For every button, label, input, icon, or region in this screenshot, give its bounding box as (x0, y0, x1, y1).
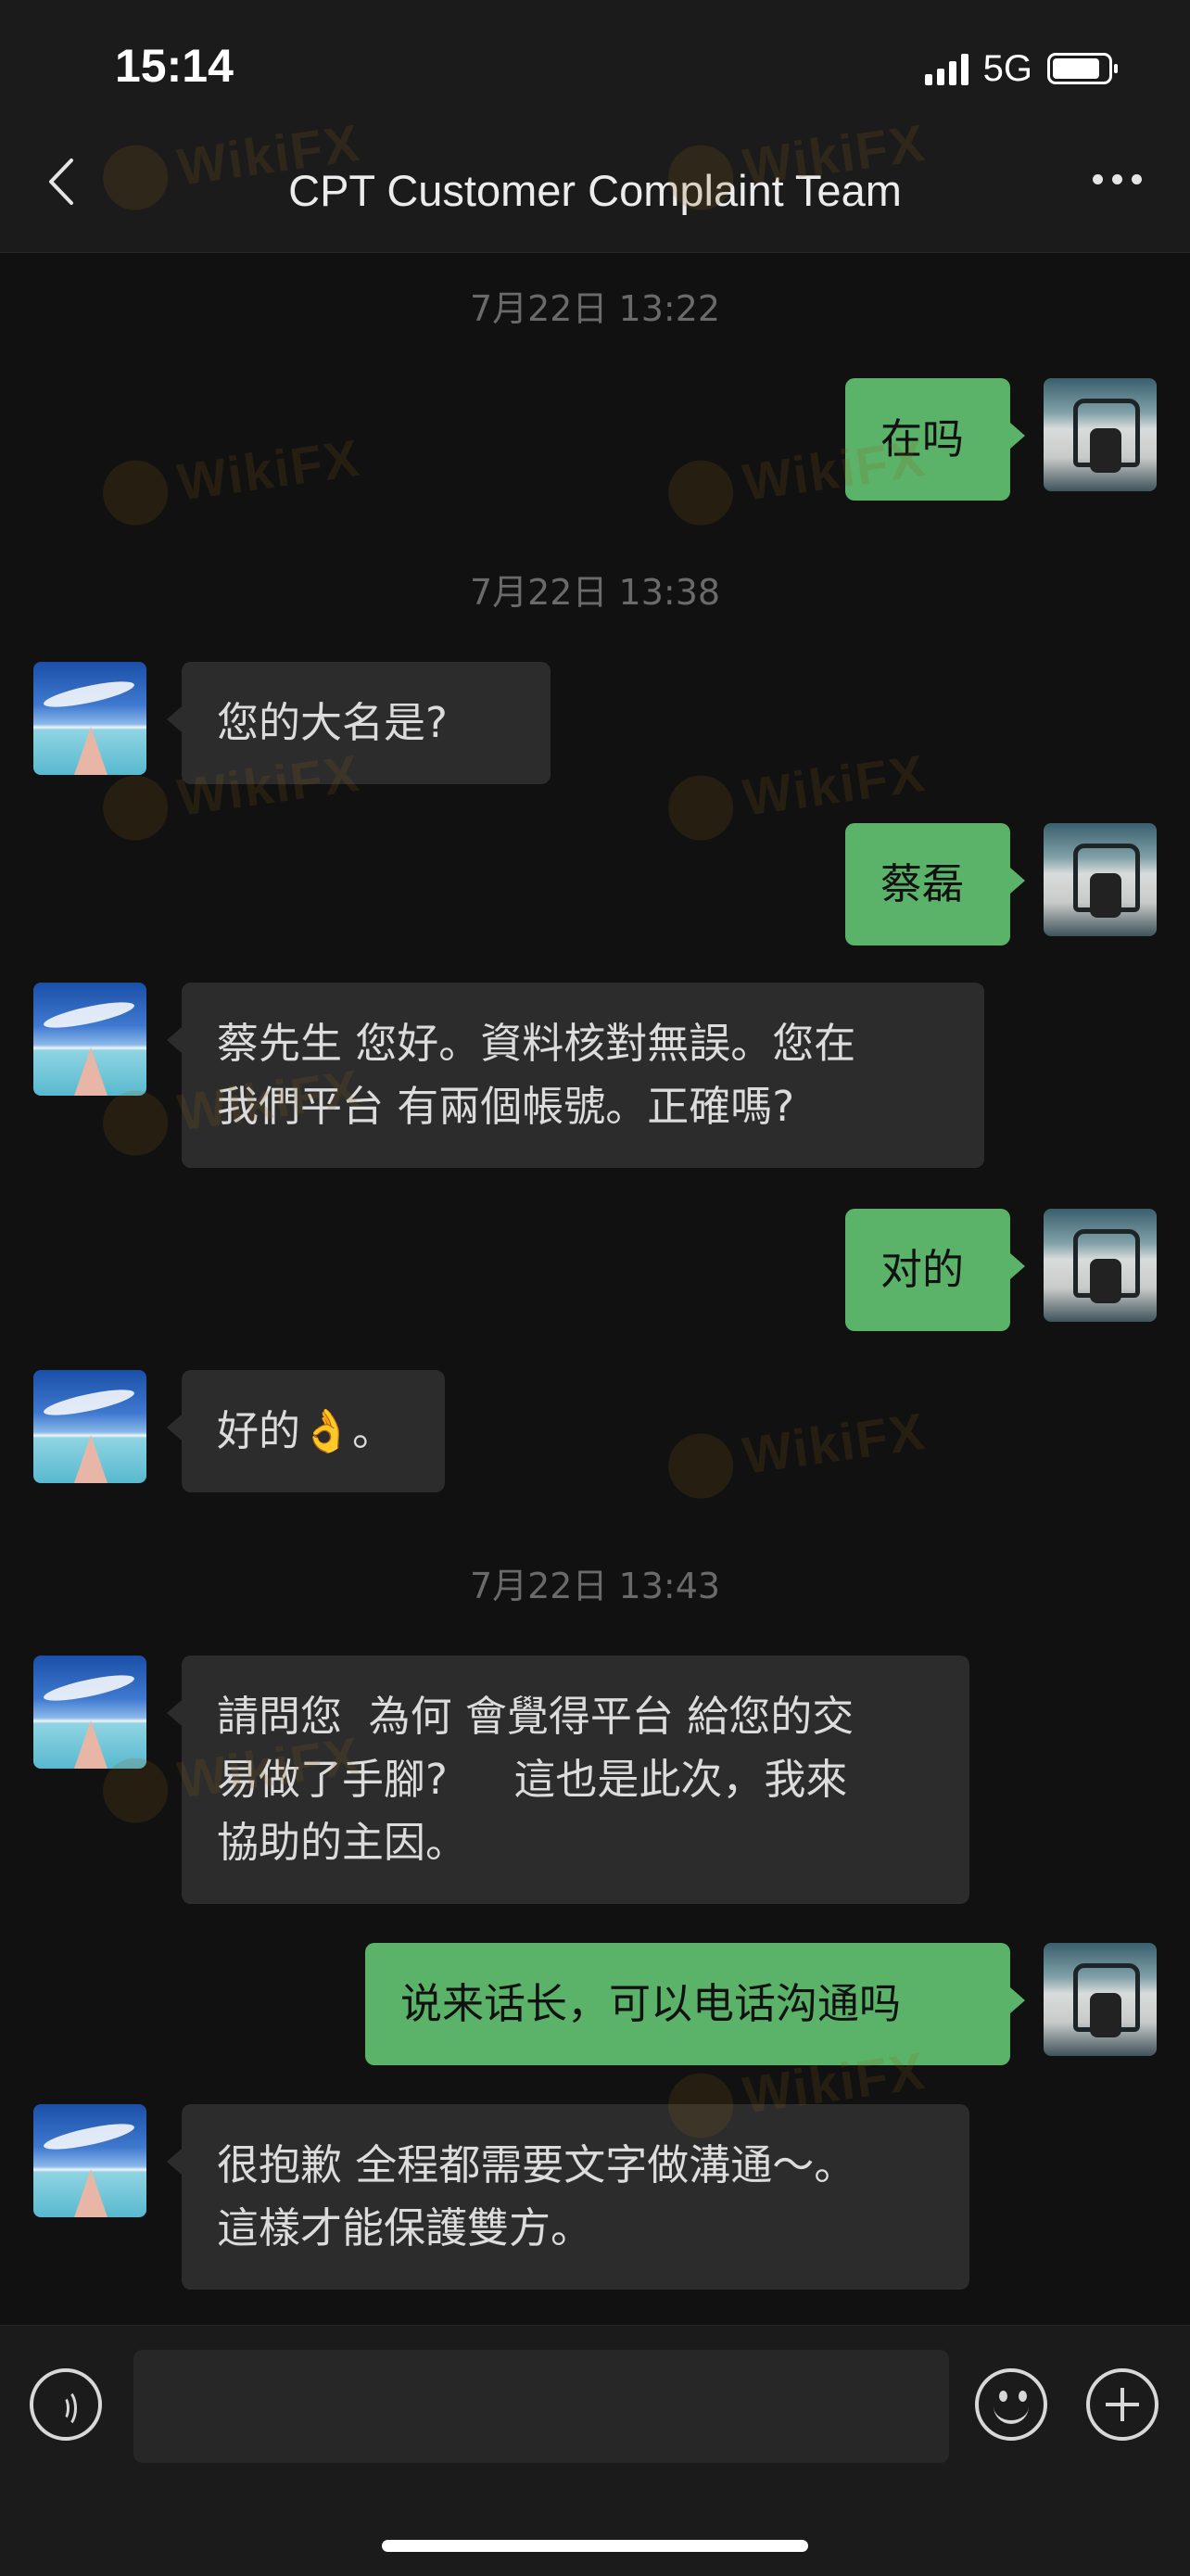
outgoing-message[interactable]: 说来话长，可以电话沟通吗 (365, 1943, 1025, 2065)
message-timestamp: 7月22日 13:38 (469, 572, 721, 613)
signal-icon (924, 52, 968, 85)
emoji-icon[interactable] (975, 2368, 1047, 2441)
message-input[interactable] (133, 2350, 949, 2463)
status-time: 15:14 (115, 40, 234, 92)
user-avatar[interactable] (1044, 378, 1157, 491)
message-timestamp: 7月22日 13:43 (469, 1566, 721, 1606)
nav-bar: CPT Customer Complaint Team (0, 130, 1190, 253)
agent-avatar[interactable] (33, 1656, 146, 1769)
outgoing-message[interactable]: 对的 (845, 1209, 1025, 1331)
home-indicator[interactable] (382, 2540, 808, 2552)
incoming-message[interactable]: 蔡先生 您好。資料核對無誤。您在 我們平台 有兩個帳號。正確嗎? (167, 983, 984, 1168)
add-icon[interactable] (1086, 2368, 1158, 2441)
battery-icon (1047, 53, 1118, 84)
agent-avatar[interactable] (33, 983, 146, 1096)
status-bar: 15:14 5G (0, 0, 1190, 130)
message-timestamp: 7月22日 13:22 (469, 288, 721, 329)
agent-avatar[interactable] (33, 2104, 146, 2217)
incoming-message[interactable]: 好的👌。 (167, 1370, 445, 1492)
agent-avatar[interactable] (33, 1370, 146, 1483)
user-avatar[interactable] (1044, 1943, 1157, 2056)
incoming-message[interactable]: 請問您 為何 會覺得平台 給您的交 易做了手腳? 這也是此次，我來 協助的主因。 (167, 1656, 969, 1904)
network-label: 5G (982, 47, 1032, 89)
user-avatar[interactable] (1044, 1209, 1157, 1322)
chat-title: CPT Customer Complaint Team (288, 166, 902, 215)
status-indicators: 5G (924, 47, 1118, 89)
incoming-message[interactable]: 您的大名是? (167, 662, 551, 784)
outgoing-message[interactable]: 蔡磊 (845, 823, 1025, 945)
chat-area[interactable]: 7月22日 13:22 在吗 7月22日 13:38 您的大名是? 蔡磊 蔡先生… (0, 252, 1190, 2325)
agent-avatar[interactable] (33, 662, 146, 775)
voice-input-icon[interactable] (30, 2368, 102, 2441)
outgoing-message[interactable]: 在吗 (845, 378, 1025, 501)
incoming-message[interactable]: 很抱歉 全程都需要文字做溝通～。 這樣才能保護雙方。 (167, 2104, 969, 2290)
input-bar (0, 2325, 1190, 2576)
user-avatar[interactable] (1044, 823, 1157, 936)
more-icon[interactable] (1093, 174, 1142, 184)
